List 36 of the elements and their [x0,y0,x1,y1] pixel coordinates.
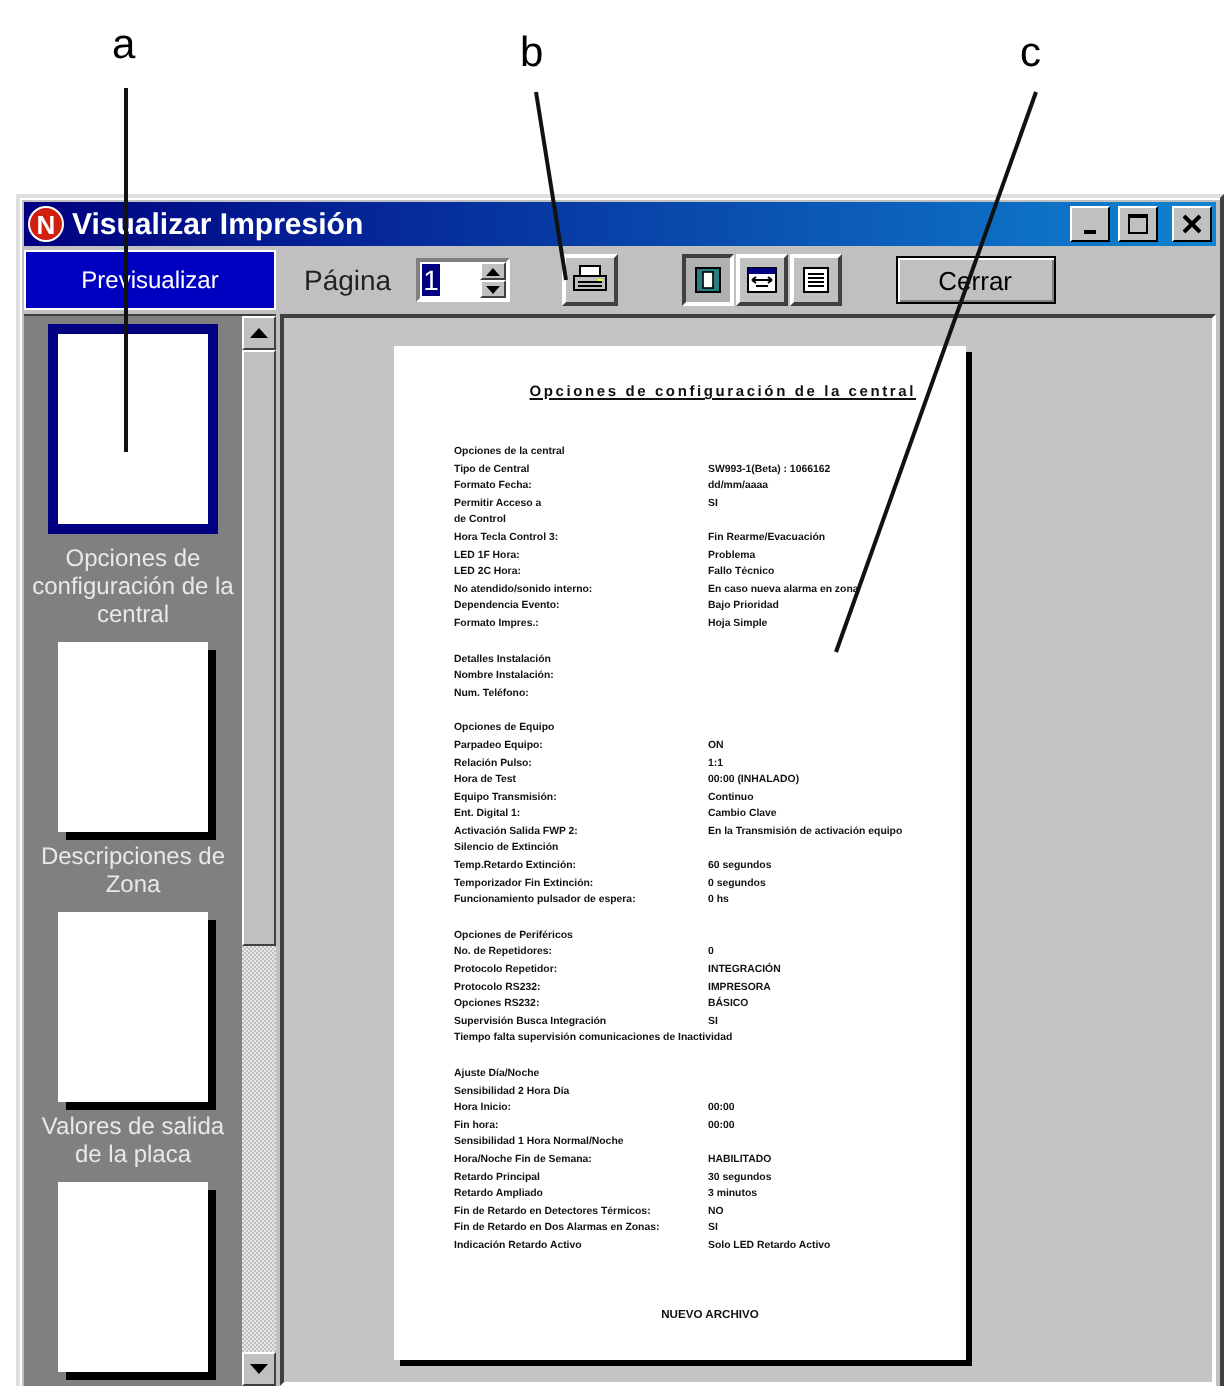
down-arrow-icon [250,1364,268,1374]
maximize-button[interactable] [1118,206,1158,242]
up-arrow-icon [485,267,500,275]
page-spinner[interactable]: 1 [415,258,510,302]
single-page-icon [689,262,726,298]
printer-icon [571,264,608,296]
scroll-up-button[interactable] [242,316,276,350]
lines-icon [797,262,834,298]
page-label: Página [304,264,392,296]
window-title: Visualizar Impresión [72,207,366,241]
minimize-button[interactable] [1070,206,1110,242]
close-icon [1180,214,1204,234]
callout-letter: a [112,24,136,68]
page-thumbnail[interactable] [58,642,208,832]
page-thumbnail[interactable] [58,912,208,1102]
thumbnail-caption: Descripciones de Zona [38,842,228,898]
scrollbar[interactable] [242,316,276,1386]
up-arrow-icon [250,328,268,338]
view-button[interactable] [681,254,734,306]
scroll-thumb[interactable] [242,350,276,946]
callout-letter: b [520,32,544,76]
page-thumbnail[interactable] [48,324,218,534]
maximize-icon [1126,214,1150,234]
page-thumbnail[interactable] [58,1182,208,1372]
fit-width-icon [743,262,780,298]
spin-up-button[interactable] [479,262,506,280]
minimize-icon [1084,229,1096,233]
thumbnail-caption: Opciones de configuración de la central [31,544,235,628]
down-arrow-icon [485,285,500,293]
close-button[interactable] [1172,206,1212,242]
print-button[interactable] [561,254,618,306]
app-logo: N [28,206,64,242]
thumbnail-caption: Valores de salida de la placa [39,1112,227,1168]
callout-letter: c [1020,32,1041,76]
scroll-down-button[interactable] [242,1352,276,1386]
spin-down-button[interactable] [479,280,506,298]
